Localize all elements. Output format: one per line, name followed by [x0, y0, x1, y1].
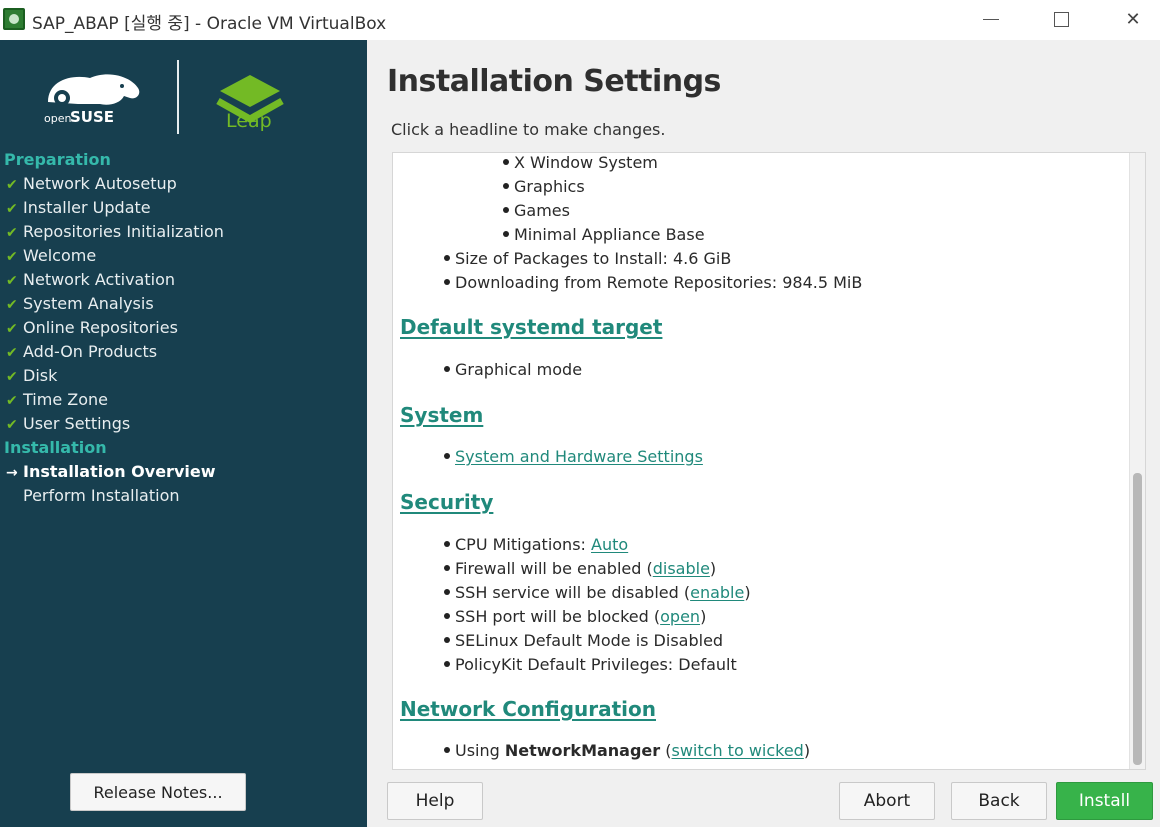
install-button[interactable]: Install [1056, 782, 1153, 820]
list-item: X Window System [503, 153, 658, 172]
close-button[interactable]: ✕ [1110, 4, 1156, 34]
maximize-button[interactable] [1038, 4, 1084, 34]
ssh-enable-link[interactable]: enable [690, 583, 744, 602]
list-item: SELinux Default Mode is Disabled [444, 631, 723, 650]
window-title: SAP_ABAP [실행 중] - Oracle VM VirtualBox [32, 14, 387, 34]
page-title: Installation Settings [387, 64, 721, 99]
bullet-icon [444, 746, 450, 753]
check-icon: ✔ [6, 297, 18, 313]
step-item: ✔ Installer Update [0, 196, 367, 220]
step-heading-installation: Installation [4, 438, 107, 457]
list-item: Firewall will be enabled (disable) [444, 559, 716, 578]
step-item: ✔ Network Activation [0, 268, 367, 292]
bullet-icon [444, 365, 450, 372]
help-button[interactable]: Help [387, 782, 483, 820]
list-item: PolicyKit Default Privileges: Default [444, 655, 737, 674]
check-icon: ✔ [6, 345, 18, 361]
bullet-icon [444, 540, 450, 547]
leap-label: Leap [226, 110, 272, 132]
step-item: ✔ Repositories Initialization [0, 220, 367, 244]
check-icon: ✔ [6, 369, 18, 385]
check-icon: ✔ [6, 201, 18, 217]
step-item: ✔ System Analysis [0, 292, 367, 316]
ssh-port-open-link[interactable]: open [660, 607, 700, 626]
svg-text:SUSE: SUSE [70, 108, 114, 126]
list-item: Graphical mode [444, 360, 582, 379]
step-item: ✔ Add-On Products [0, 340, 367, 364]
step-item-current: → Installation Overview [0, 460, 367, 484]
main-content: Installation Settings Click a headline t… [367, 40, 1160, 827]
firewall-disable-link[interactable]: disable [653, 559, 710, 578]
bullet-icon [503, 230, 509, 237]
list-item: CPU Mitigations: Auto [444, 535, 628, 554]
check-icon: ✔ [6, 177, 18, 193]
step-item: ✔ Online Repositories [0, 316, 367, 340]
switch-to-wicked-link[interactable]: switch to wicked [672, 741, 804, 760]
step-item: ✔ Time Zone [0, 388, 367, 412]
page-subtitle: Click a headline to make changes. [391, 120, 666, 139]
back-button[interactable]: Back [951, 782, 1047, 820]
list-item: SSH service will be disabled (enable) [444, 583, 751, 602]
scrollbar-thumb[interactable] [1133, 473, 1142, 765]
bullet-icon [503, 182, 509, 189]
systemd-target-heading[interactable]: Default systemd target [400, 315, 662, 339]
step-item: ✔ User Settings [0, 412, 367, 436]
maximize-icon [1053, 11, 1069, 27]
bullet-icon [444, 452, 450, 459]
list-item: SSH port will be blocked (open) [444, 607, 706, 626]
check-icon: ✔ [6, 225, 18, 241]
list-item: Size of Packages to Install: 4.6 GiB [444, 249, 731, 268]
bullet-icon [444, 278, 450, 285]
abort-button[interactable]: Abort [839, 782, 935, 820]
logo-divider [177, 60, 179, 134]
bullet-icon [444, 636, 450, 643]
check-icon: ✔ [6, 273, 18, 289]
bullet-icon [444, 564, 450, 571]
window-titlebar: SAP_ABAP [실행 중] - Oracle VM VirtualBox ✕ [0, 0, 1160, 40]
list-item: Graphics [503, 177, 585, 196]
step-item: ✔ Network Autosetup [0, 172, 367, 196]
bullet-icon [444, 612, 450, 619]
check-icon: ✔ [6, 321, 18, 337]
logo-area: open SUSE Leap [0, 40, 367, 140]
minimize-icon [983, 18, 999, 20]
list-item: Downloading from Remote Repositories: 98… [444, 273, 862, 292]
list-item: Using NetworkManager (switch to wicked) [444, 741, 810, 760]
check-icon: ✔ [6, 393, 18, 409]
step-item: ✔ Welcome [0, 244, 367, 268]
svg-text:open: open [44, 112, 71, 125]
sidebar: open SUSE Leap Preparation ✔ Network Auto… [0, 40, 367, 827]
arrow-right-icon: → [6, 465, 18, 481]
settings-summary-panel[interactable]: X Window System Graphics Games Minimal A… [392, 152, 1146, 770]
installation-steps: Preparation ✔ Network Autosetup ✔ Installe… [0, 148, 367, 508]
vertical-scrollbar[interactable] [1129, 153, 1145, 769]
minimize-button[interactable] [968, 4, 1014, 34]
step-item-pending: ·Perform Installation [23, 486, 180, 505]
list-item: Minimal Appliance Base [503, 225, 705, 244]
list-item: Games [503, 201, 570, 220]
bullet-icon [444, 588, 450, 595]
security-heading[interactable]: Security [400, 490, 493, 514]
bullet-icon [503, 206, 509, 213]
network-configuration-heading[interactable]: Network Configuration [400, 697, 656, 721]
step-item: ✔ Disk [0, 364, 367, 388]
cpu-mitigations-link[interactable]: Auto [591, 535, 628, 554]
release-notes-button[interactable]: Release Notes... [70, 773, 246, 811]
bullet-icon [503, 158, 509, 165]
system-hardware-settings-link[interactable]: System and Hardware Settings [455, 447, 703, 466]
close-icon: ✕ [1125, 8, 1141, 30]
check-icon: ✔ [6, 417, 18, 433]
bullet-icon [444, 254, 450, 261]
virtualbox-icon [3, 8, 25, 30]
check-icon: ✔ [6, 249, 18, 265]
opensuse-logo: open SUSE [44, 74, 140, 126]
bullet-icon [444, 660, 450, 667]
step-heading-preparation: Preparation [4, 150, 111, 169]
list-item: System and Hardware Settings [444, 447, 703, 466]
system-heading[interactable]: System [400, 403, 483, 427]
